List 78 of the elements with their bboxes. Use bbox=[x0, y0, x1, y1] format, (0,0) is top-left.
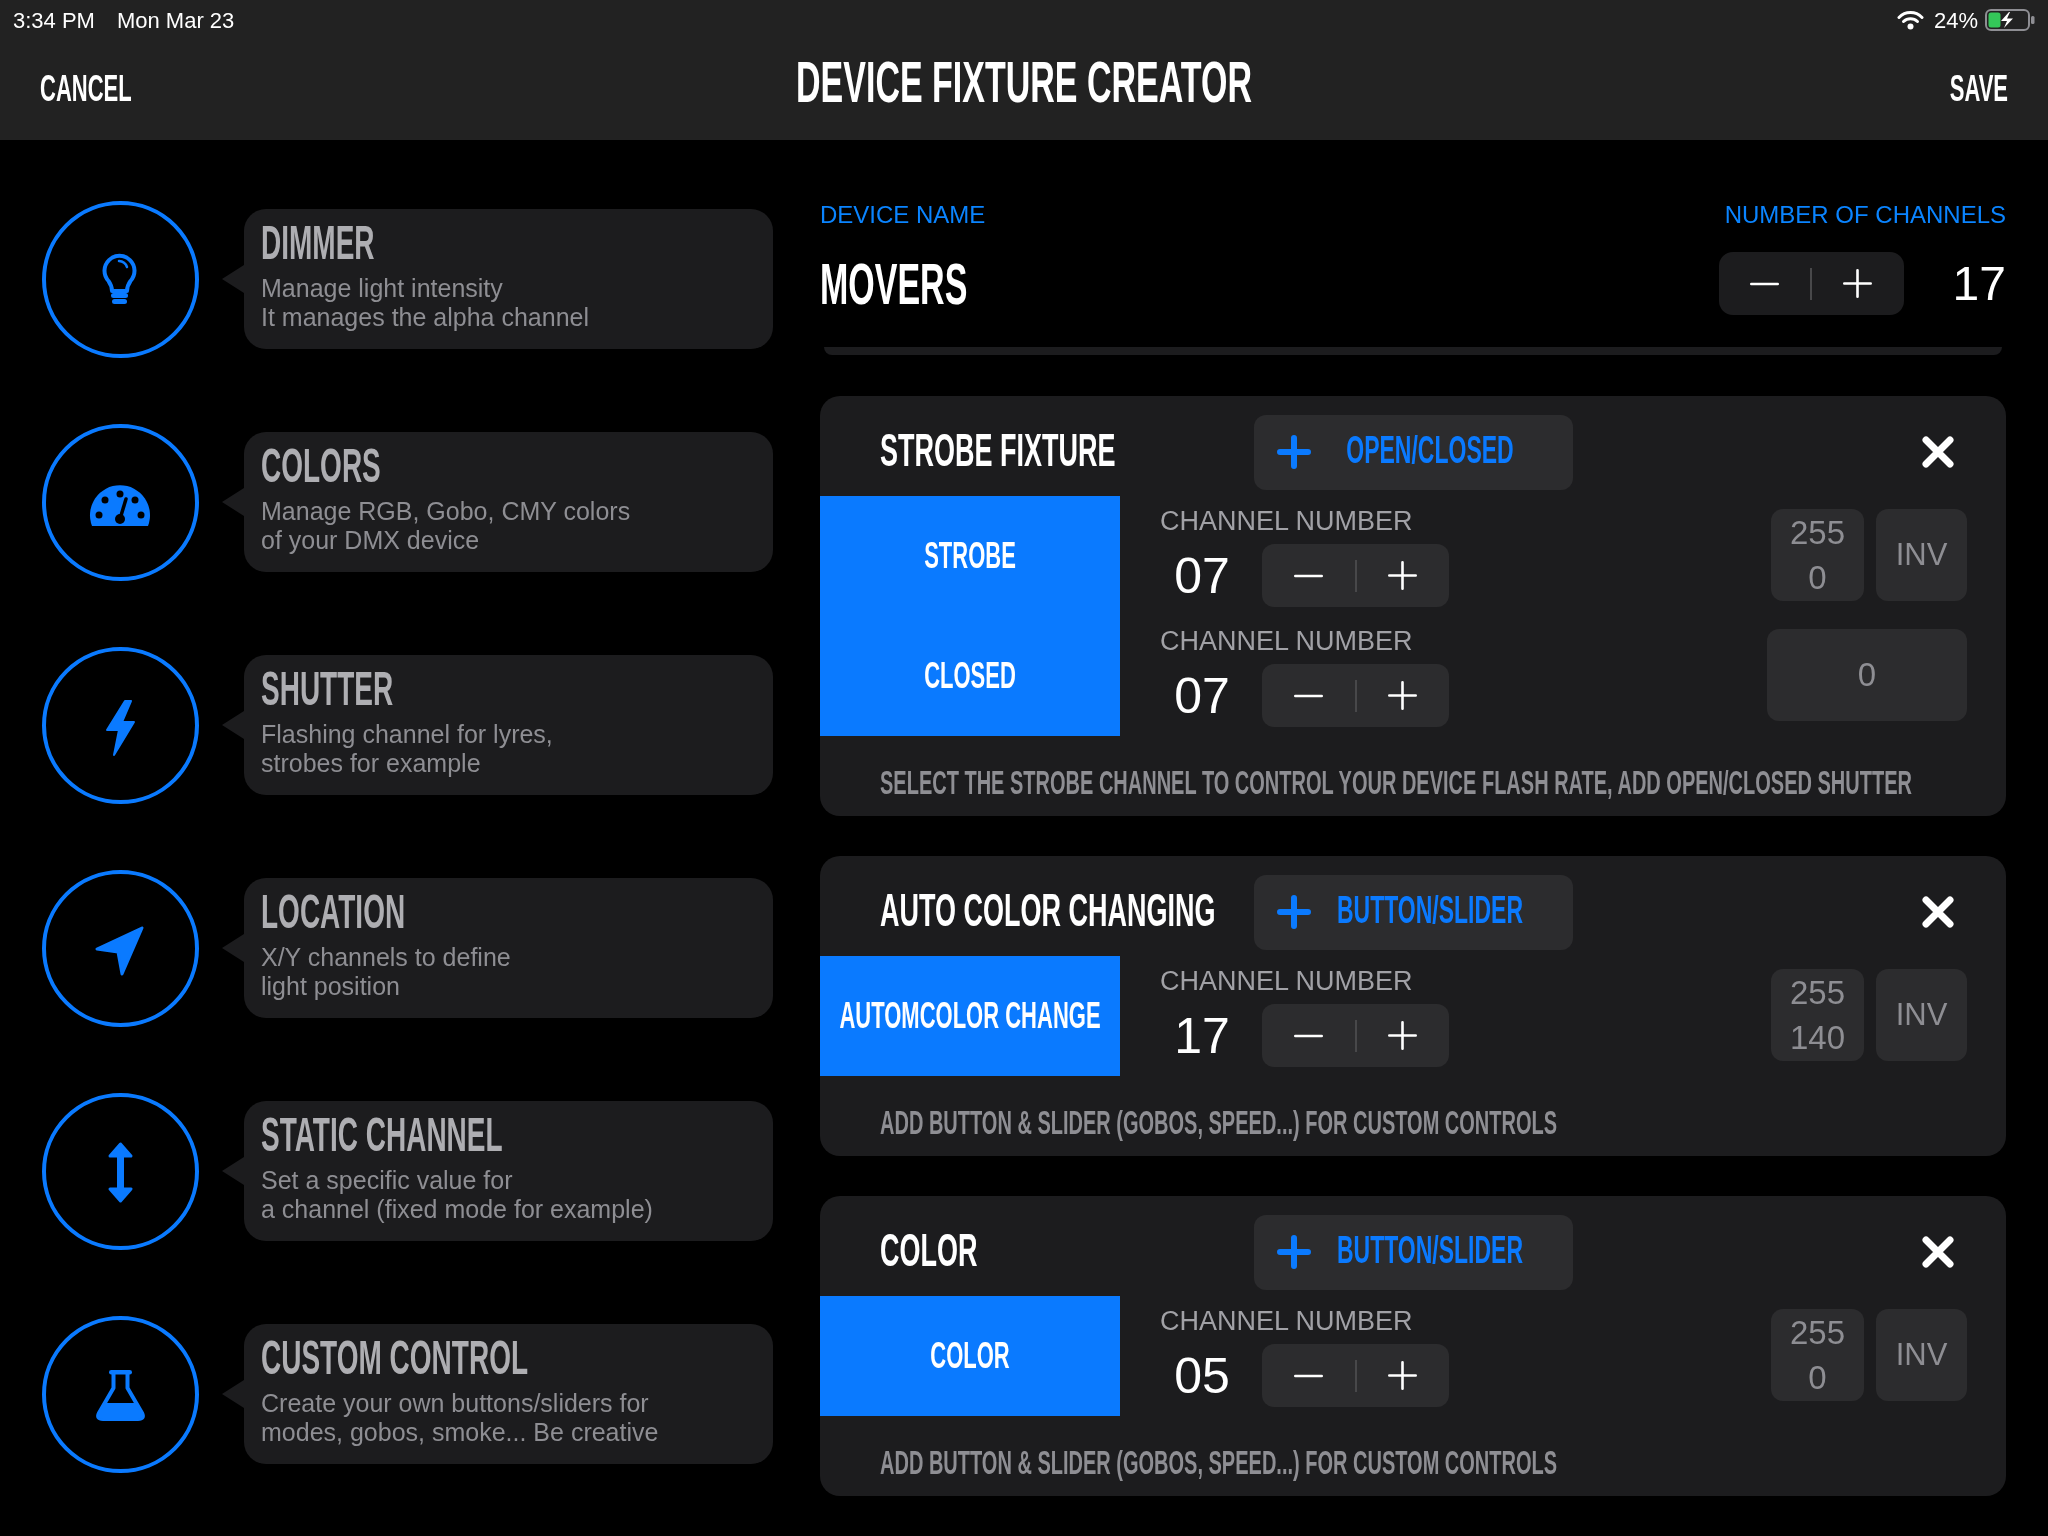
range-field[interactable]: 255 0 bbox=[1771, 509, 1864, 601]
close-icon[interactable] bbox=[1922, 436, 1954, 468]
channel-number-label: CHANNEL NUMBER bbox=[1160, 968, 1413, 995]
status-time: 3:34 PM bbox=[13, 6, 95, 35]
channel-number-label: CHANNEL NUMBER bbox=[1160, 508, 1413, 535]
flask-icon[interactable] bbox=[42, 1315, 199, 1473]
value-field[interactable]: 0 bbox=[1767, 629, 1967, 721]
feature-description: Set a specific value for a channel (fixed mode for example) bbox=[261, 1166, 653, 1224]
feature-description: Flashing channel for lyres, strobes for example bbox=[261, 720, 553, 778]
range-max: 255 bbox=[1789, 513, 1846, 553]
channel-number: 07 bbox=[1173, 550, 1231, 601]
cancel-button[interactable]: CANCEL bbox=[40, 67, 132, 113]
device-name-field[interactable]: MOVERS bbox=[820, 254, 968, 313]
screen-title: DEVICE FIXTURE CREATOR bbox=[796, 53, 1252, 111]
invert-button[interactable]: INV bbox=[1876, 1309, 1967, 1401]
gauge-icon[interactable] bbox=[42, 423, 199, 581]
range-field[interactable]: 255 140 bbox=[1771, 969, 1864, 1061]
feature-description: Manage RGB, Gobo, CMY colors of your DMX device bbox=[261, 497, 631, 555]
channel-number: 05 bbox=[1173, 1350, 1231, 1401]
channel-type-tile[interactable]: STROBE bbox=[820, 496, 1120, 616]
feature-title: DIMMER bbox=[261, 220, 375, 268]
channel-type-tile[interactable]: AUTOMCOLOR CHANGE bbox=[820, 956, 1120, 1076]
range-min: 0 bbox=[1808, 558, 1827, 598]
feature-title: CUSTOM CONTROL bbox=[261, 1335, 529, 1383]
minus-icon bbox=[1293, 693, 1323, 698]
lightbulb-icon[interactable] bbox=[42, 200, 199, 358]
invert-button[interactable]: INV bbox=[1876, 969, 1967, 1061]
fixture-title: COLOR bbox=[880, 1228, 978, 1274]
plus-icon bbox=[1277, 435, 1311, 469]
feature-description: X/Y channels to define light position bbox=[261, 943, 511, 1001]
plus-icon bbox=[1388, 1021, 1418, 1050]
fixture-hint: ADD BUTTON & SLIDER (GOBOS, SPEED...) FOR CUSTOM CONTROLS bbox=[880, 1105, 1558, 1139]
minus-icon bbox=[1293, 1033, 1323, 1038]
feature-title: LOCATION bbox=[261, 889, 406, 937]
feature-description: Manage light intensity It manages the alpha channel bbox=[261, 274, 589, 332]
device-name-label: DEVICE NAME bbox=[820, 203, 986, 227]
plus-icon bbox=[1843, 269, 1873, 298]
minus-icon bbox=[1293, 1373, 1323, 1378]
minus-icon bbox=[1749, 281, 1779, 286]
range-min: 0 bbox=[1808, 1358, 1827, 1398]
feature-title: STATIC CHANNEL bbox=[261, 1112, 503, 1160]
vertical-arrows-icon[interactable] bbox=[42, 1092, 199, 1250]
fixture-hint: ADD BUTTON & SLIDER (GOBOS, SPEED...) FOR CUSTOM CONTROLS bbox=[880, 1445, 1558, 1479]
close-icon[interactable] bbox=[1922, 1236, 1954, 1268]
channel-count: 17 bbox=[1952, 259, 2006, 308]
plus-icon bbox=[1277, 1235, 1311, 1269]
channel-number: 17 bbox=[1173, 1010, 1231, 1061]
invert-button[interactable]: INV bbox=[1876, 509, 1967, 601]
save-button[interactable]: SAVE bbox=[1949, 67, 2008, 113]
fixture-title: STROBE FIXTURE bbox=[880, 428, 1116, 474]
range-field[interactable]: 255 0 bbox=[1771, 1309, 1864, 1401]
add-control-button[interactable]: BUTTON/SLIDER bbox=[1254, 874, 1573, 950]
plus-icon bbox=[1388, 561, 1418, 590]
plus-icon bbox=[1277, 895, 1311, 929]
channel-number: 07 bbox=[1173, 670, 1231, 721]
status-date: Mon Mar 23 bbox=[116, 6, 235, 35]
plus-icon bbox=[1388, 1361, 1418, 1390]
channel-type-tile[interactable]: CLOSED bbox=[820, 616, 1120, 736]
battery-percent: 24% bbox=[1933, 6, 1978, 35]
range-max: 255 bbox=[1789, 973, 1846, 1013]
close-icon[interactable] bbox=[1922, 896, 1954, 928]
lightning-bolt-icon[interactable] bbox=[42, 646, 199, 804]
range-min: 140 bbox=[1789, 1018, 1846, 1058]
plus-icon bbox=[1388, 681, 1418, 710]
add-control-button[interactable]: BUTTON/SLIDER bbox=[1254, 1214, 1573, 1290]
channel-type-tile[interactable]: COLOR bbox=[820, 1296, 1120, 1416]
channel-number-label: CHANNEL NUMBER bbox=[1160, 628, 1413, 655]
minus-icon bbox=[1293, 573, 1323, 578]
feature-description: Create your own buttons/sliders for modes, gobos, smoke... Be creative bbox=[261, 1389, 659, 1447]
wifi-icon bbox=[1896, 10, 1924, 30]
fixture-hint: SELECT THE STROBE CHANNEL TO CONTROL YOUR DEVICE FLASH RATE, ADD OPEN/CLOSED SHUTTER bbox=[880, 765, 1912, 799]
feature-title: COLORS bbox=[261, 443, 381, 491]
add-control-button[interactable]: OPEN/CLOSED bbox=[1254, 414, 1573, 490]
fixture-title: AUTO COLOR CHANGING bbox=[880, 888, 1216, 934]
range-max: 255 bbox=[1789, 1313, 1846, 1353]
channel-count-label: NUMBER OF CHANNELS bbox=[1724, 203, 2006, 227]
feature-title: SHUTTER bbox=[261, 666, 394, 714]
channel-number-label: CHANNEL NUMBER bbox=[1160, 1308, 1413, 1335]
